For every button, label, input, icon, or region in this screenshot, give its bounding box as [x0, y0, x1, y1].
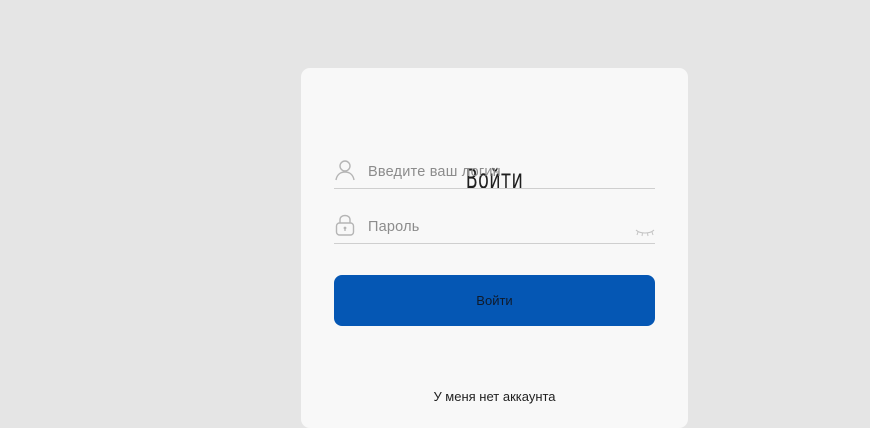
password-input[interactable]: Пароль [368, 219, 420, 235]
user-icon [334, 159, 356, 181]
login-card: Войти Введите ваш логин Пароль Войти У м… [301, 68, 688, 428]
password-field[interactable]: Пароль [334, 213, 655, 244]
no-account-link[interactable]: У меня нет аккаунта [301, 389, 688, 404]
lock-icon [334, 214, 356, 236]
login-field[interactable]: Введите ваш логин [334, 158, 655, 189]
eye-closed-icon[interactable] [635, 222, 655, 237]
login-input[interactable]: Введите ваш логин [368, 164, 501, 180]
login-button[interactable]: Войти [334, 275, 655, 326]
